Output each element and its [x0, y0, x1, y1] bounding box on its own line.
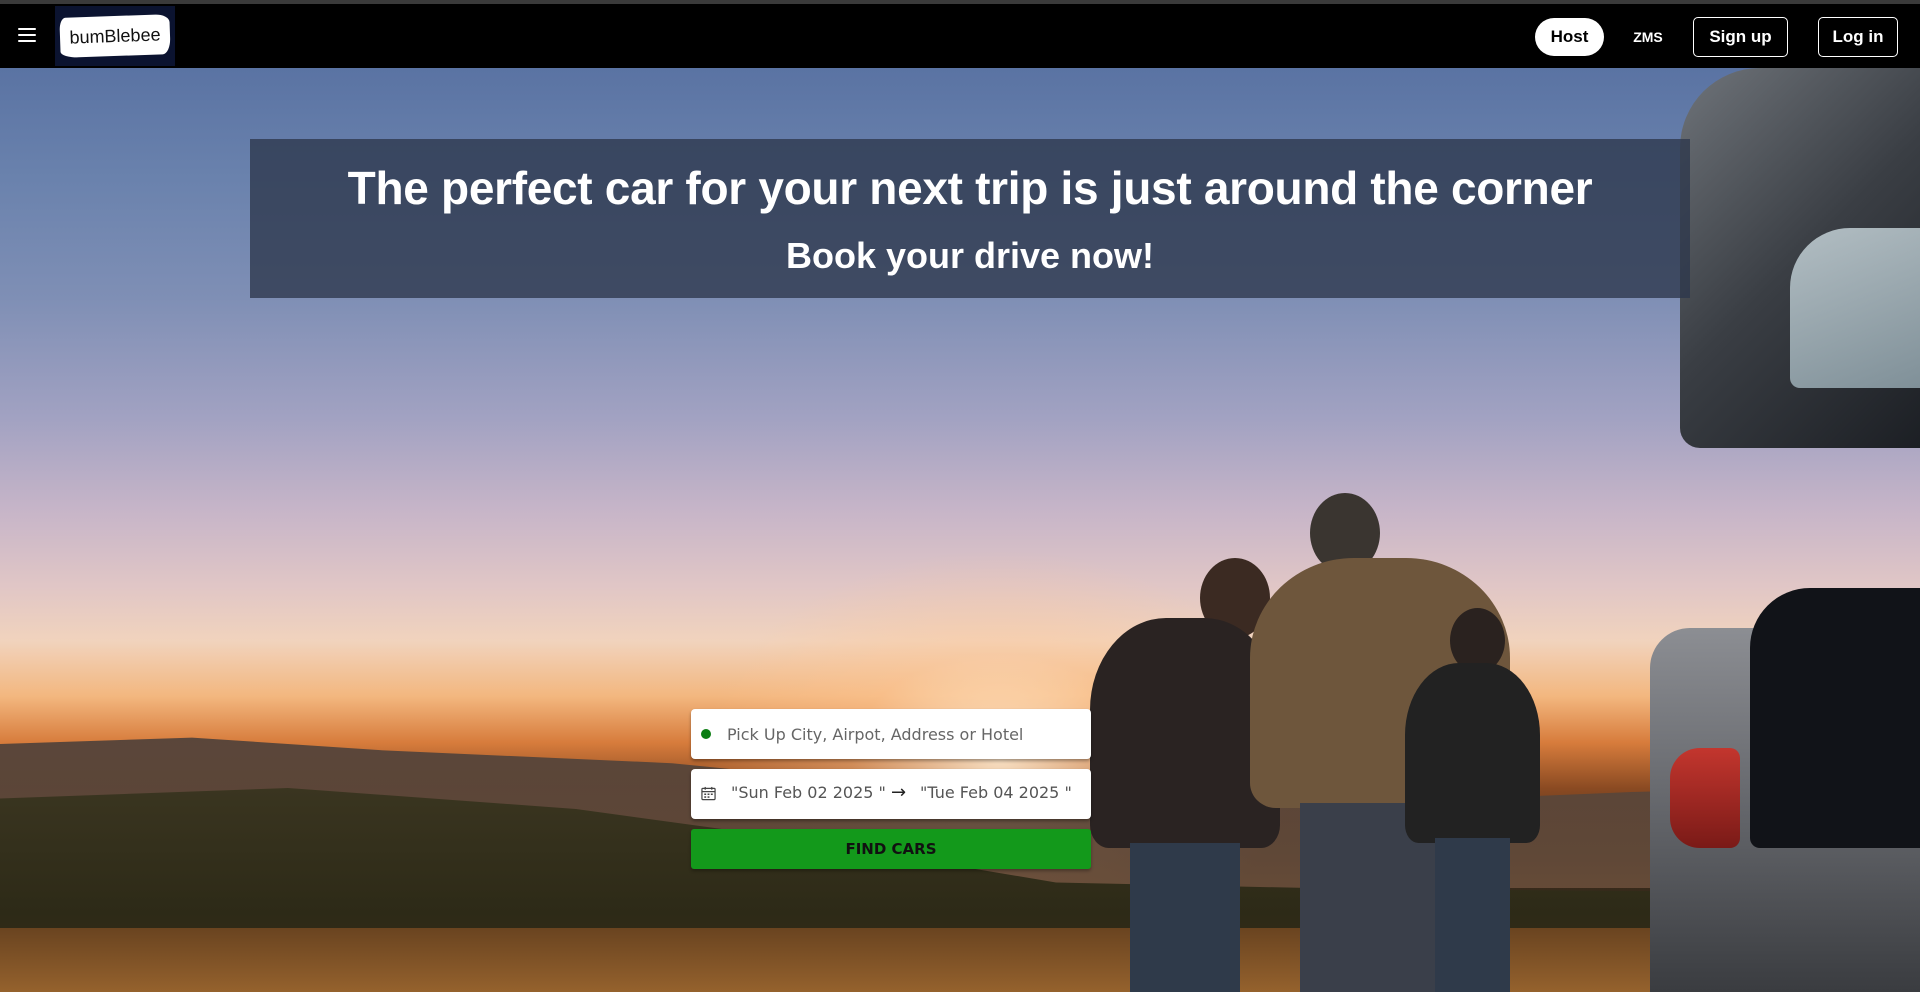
signup-button[interactable]: Sign up: [1693, 17, 1788, 57]
date-range-field[interactable]: "Sun Feb 02 2025 " → "Tue Feb 04 2025 ": [691, 769, 1091, 819]
location-dot-icon: [701, 729, 711, 739]
end-date[interactable]: "Tue Feb 04 2025 ": [920, 783, 1072, 802]
hero-subtitle: Book your drive now!: [785, 235, 1155, 276]
find-cars-button[interactable]: FIND CARS: [691, 829, 1091, 869]
arrow-right-icon: →: [891, 782, 907, 803]
hero-banner: The perfect car for your next trip is ju…: [250, 139, 1690, 298]
hero-section: The perfect car for your next trip is ju…: [0, 68, 1920, 992]
calendar-icon: [701, 786, 716, 801]
host-button[interactable]: Host: [1535, 18, 1604, 56]
location-field[interactable]: [691, 709, 1091, 759]
zms-button[interactable]: ZMS: [1622, 18, 1674, 56]
logo-text: bumBlebee: [69, 23, 161, 48]
logo-brush: bumBlebee: [59, 14, 171, 58]
logo[interactable]: bumBlebee: [55, 6, 175, 66]
start-date[interactable]: "Sun Feb 02 2025 ": [731, 783, 886, 802]
grass-field: [0, 928, 1920, 992]
hamburger-menu-icon[interactable]: [18, 28, 36, 42]
person-right: [1405, 608, 1545, 992]
hero-title: The perfect car for your next trip is ju…: [347, 162, 1593, 214]
login-button[interactable]: Log in: [1818, 17, 1898, 57]
location-input[interactable]: [725, 709, 1080, 759]
